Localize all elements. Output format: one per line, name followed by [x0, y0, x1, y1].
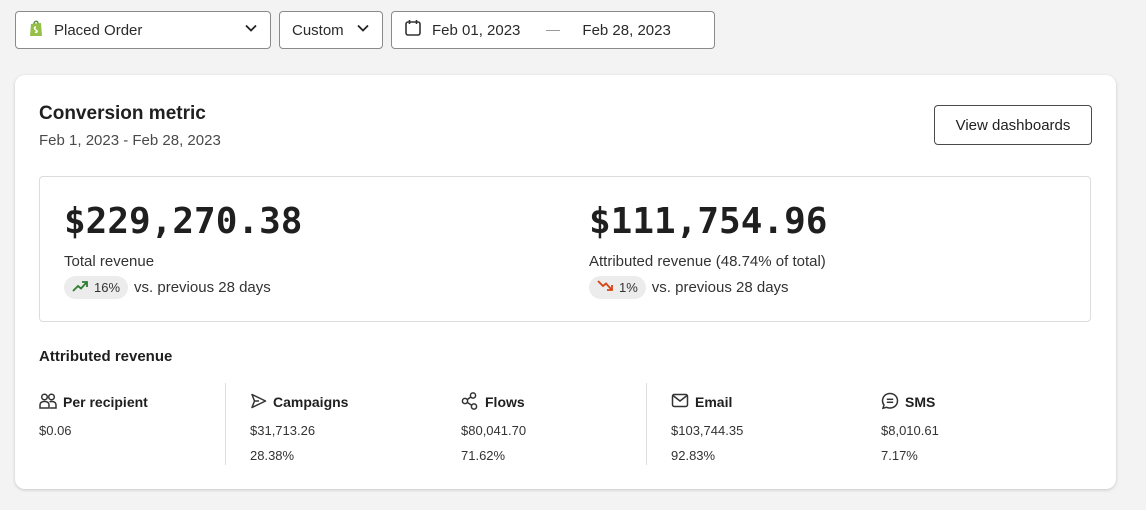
trend-comparison: vs. previous 28 days: [134, 279, 271, 296]
start-date[interactable]: Feb 01, 2023: [432, 22, 520, 39]
attributed-revenue-trend: 1% vs. previous 28 days: [589, 276, 827, 299]
flows-header: Flows: [461, 391, 526, 413]
attributed-revenue-label: Attributed revenue (48.74% of total): [589, 253, 826, 270]
metric-select[interactable]: Placed Order: [15, 11, 271, 49]
column-value: $8,010.61: [881, 423, 939, 438]
sms-icon: [881, 392, 905, 413]
column-percent: 71.62%: [461, 448, 506, 463]
column-label: Flows: [485, 394, 525, 410]
per-recipient-column: Per recipient $0.06: [39, 392, 148, 438]
sms-column: SMS $8,010.61 7.17%: [881, 392, 939, 463]
trend-percent: 1%: [619, 280, 638, 295]
total-revenue-label: Total revenue: [64, 253, 155, 270]
campaigns-column: Campaigns $31,713.26 28.38%: [250, 393, 348, 463]
column-label: Per recipient: [63, 394, 148, 410]
mail-icon: [671, 393, 695, 411]
range-select-label: Custom: [292, 21, 344, 39]
per-recipient-header: Per recipient: [39, 392, 148, 412]
trend-percent: 16%: [94, 280, 121, 295]
column-percent: 7.17%: [881, 448, 918, 463]
view-dashboards-button[interactable]: View dashboards: [934, 105, 1092, 145]
trend-up-icon: [72, 280, 94, 295]
flows-column: Flows $80,041.70 71.62%: [461, 391, 527, 463]
chevron-down-icon: [356, 21, 370, 39]
metric-select-label: Placed Order: [54, 21, 143, 39]
sms-header: SMS: [881, 392, 939, 413]
column-label: Email: [695, 394, 733, 410]
column-value: $80,041.70: [461, 423, 527, 438]
column-value: $31,713.26: [250, 423, 316, 438]
revenue-summary: $229,270.38 Total revenue 16% vs. previo…: [39, 176, 1091, 322]
campaigns-header: Campaigns: [250, 393, 348, 411]
trend-comparison: vs. previous 28 days: [651, 279, 789, 296]
column-percent: 28.38%: [250, 448, 295, 463]
total-revenue-value: $229,270.38: [64, 201, 303, 242]
card-subtitle: Feb 1, 2023 - Feb 28, 2023: [39, 132, 221, 149]
email-header: Email: [671, 393, 743, 411]
shopify-icon: [28, 19, 44, 41]
column-divider: [225, 383, 226, 465]
calendar-icon: [404, 19, 422, 41]
email-column: Email $103,744.35 92.83%: [671, 393, 743, 463]
column-divider: [646, 383, 647, 465]
attributed-section-title: Attributed revenue: [39, 348, 173, 365]
date-separator: [546, 29, 561, 31]
column-percent: 92.83%: [671, 448, 716, 463]
range-select[interactable]: Custom: [279, 11, 383, 49]
total-revenue-stat: $229,270.38 Total revenue 16% vs. previo…: [64, 201, 302, 299]
date-range-picker[interactable]: Feb 01, 2023 Feb 28, 2023: [391, 11, 715, 49]
column-value: $0.06: [39, 423, 72, 438]
chevron-down-icon: [244, 21, 258, 39]
trend-badge: 1%: [589, 276, 646, 299]
attributed-revenue-value: $111,754.96: [589, 201, 828, 242]
column-label: SMS: [905, 394, 936, 410]
trend-badge: 16%: [64, 276, 129, 299]
card-title: Conversion metric: [39, 103, 206, 124]
attributed-revenue-stat: $111,754.96 Attributed revenue (48.74% o…: [589, 201, 827, 299]
flow-icon: [461, 391, 485, 413]
end-date[interactable]: Feb 28, 2023: [582, 22, 670, 39]
people-icon: [39, 392, 63, 412]
conversion-card: Conversion metric Feb 1, 2023 - Feb 28, …: [15, 75, 1116, 489]
trend-down-icon: [597, 280, 619, 295]
total-revenue-trend: 16% vs. previous 28 days: [64, 276, 302, 299]
column-label: Campaigns: [273, 394, 349, 410]
column-value: $103,744.35: [671, 423, 744, 438]
send-icon: [250, 393, 273, 412]
